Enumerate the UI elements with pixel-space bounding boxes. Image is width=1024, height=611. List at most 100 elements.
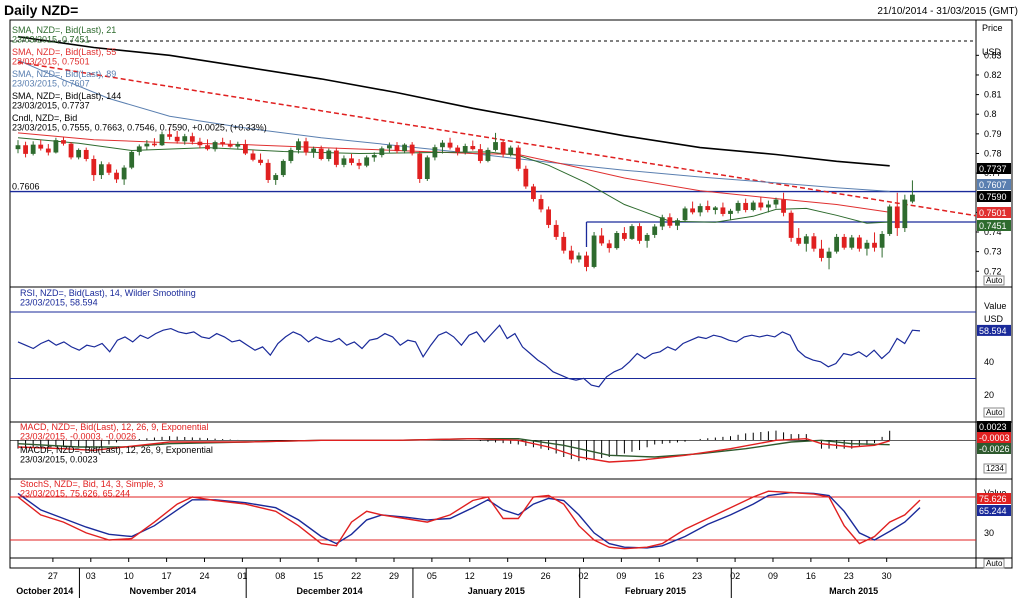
candle-body	[667, 217, 673, 226]
candle-body	[265, 162, 271, 180]
x-day-label: 16	[806, 571, 816, 581]
candle-body	[23, 145, 28, 154]
stoch-legend-0: StochS, NZD=, Bid, 14, 3, Simple, 3	[20, 479, 163, 489]
price-legend-4-1: 23/03/2015, 0.7555, 0.7663, 0.7546, 0.75…	[12, 123, 267, 133]
candle-body	[296, 141, 301, 150]
price-tick-label: 0.83	[984, 50, 1002, 60]
candle-body	[629, 226, 635, 239]
price-tick-label: 0.73	[984, 247, 1002, 257]
rsi-value-tag: 58.594	[979, 326, 1007, 336]
candle-body	[364, 157, 370, 166]
price-legend-0-0: SMA, NZD=, Bid(Last), 21	[12, 25, 116, 35]
candle-body	[614, 232, 620, 249]
candle-body	[493, 142, 498, 150]
candle-body	[773, 199, 779, 205]
candle-body	[38, 144, 44, 149]
x-day-label: 22	[351, 571, 361, 581]
candle-body	[129, 151, 135, 168]
x-month-label: October 2014	[16, 586, 73, 596]
candle-body	[477, 149, 483, 161]
candle-body	[121, 167, 127, 180]
sma55-value-tag: 0.7501	[979, 208, 1007, 218]
candle-body	[644, 234, 650, 241]
chart-canvas[interactable]: 0.7606SMA, NZD=, Bid(Last), 2123/03/2015…	[0, 0, 1024, 611]
candle-body	[766, 204, 771, 208]
candle-body	[83, 149, 89, 159]
stoch-tick-label: 30	[984, 528, 994, 538]
candle-body	[887, 206, 893, 234]
candle-body	[834, 236, 840, 252]
macdf-legend-0: MACDF, NZD=, Bid(Last), 12, 26, 9, Expon…	[20, 445, 213, 455]
rsi-axis-header-1: Value	[984, 301, 1006, 311]
candle-body	[174, 136, 180, 142]
candle-body	[68, 143, 74, 158]
rsi-line	[17, 324, 921, 388]
sma21-value-tag: 0.7451	[979, 221, 1007, 231]
candle-body	[349, 158, 354, 163]
candle-body	[750, 202, 756, 211]
x-day-label: 23	[844, 571, 854, 581]
candle-body	[432, 147, 438, 158]
sma144-value-tag: 0.7737	[979, 164, 1007, 174]
macd-panel[interactable]: MACD, NZD=, Bid(Last), 12, 26, 9, Expone…	[10, 421, 1011, 474]
price-legend-4-0: Cndl, NZD=, Bid	[12, 113, 77, 123]
candle-body	[546, 209, 551, 225]
price-panel[interactable]: 0.7606SMA, NZD=, Bid(Last), 2123/03/2015…	[10, 23, 1011, 286]
x-day-label: 15	[313, 571, 323, 581]
candle-body	[561, 236, 567, 251]
candle-body	[61, 140, 66, 144]
candle-body	[849, 237, 855, 248]
macd-signal-tag: -0.0026	[979, 444, 1010, 454]
candle-body	[318, 148, 324, 159]
candle-body	[462, 146, 468, 152]
x-day-label: 23	[692, 571, 702, 581]
candle-body	[402, 144, 407, 152]
candle-body	[288, 149, 294, 161]
x-month-label: November 2014	[130, 586, 197, 596]
candle-body	[394, 145, 400, 152]
candle-body	[114, 172, 119, 180]
candle-body	[303, 141, 309, 153]
candle-body	[136, 146, 142, 152]
rsi-panel[interactable]: RSI, NZD=, Bid(Last), 14, Wilder Smoothi…	[10, 288, 1011, 418]
candle-body	[720, 207, 726, 214]
rsi-legend-1: 23/03/2015, 58.594	[20, 298, 98, 308]
x-day-label: 09	[616, 571, 626, 581]
x-day-label: 12	[465, 571, 475, 581]
x-day-label: 30	[882, 571, 892, 581]
candle-body	[235, 144, 241, 147]
stoch-d-tag: 65.244	[979, 506, 1007, 516]
x-month-label: December 2014	[297, 586, 363, 596]
x-day-label: 10	[124, 571, 134, 581]
candle-body	[864, 242, 870, 249]
candle-body	[212, 142, 218, 150]
candle-body	[879, 233, 885, 248]
candle-body	[675, 220, 680, 226]
candle-body	[735, 202, 741, 211]
macd-legend-0: MACD, NZD=, Bid(Last), 12, 26, 9, Expone…	[20, 422, 208, 432]
candle-body	[841, 236, 847, 248]
candle-body	[197, 141, 203, 146]
candle-body	[356, 162, 362, 166]
candle-body	[417, 153, 423, 179]
price-tick-label: 0.81	[984, 90, 1002, 100]
candle-body	[189, 136, 195, 142]
candle-body	[258, 159, 263, 163]
candle-body	[280, 160, 286, 176]
candle-body	[621, 232, 627, 239]
candle-body	[591, 235, 597, 267]
candle-body	[599, 235, 605, 244]
candle-body	[182, 136, 188, 142]
macd-value-tag: -0.0003	[979, 433, 1010, 443]
candle-body	[584, 255, 589, 267]
x-day-label: 05	[427, 571, 437, 581]
rsi-axis-header-2: USD	[984, 314, 1004, 324]
candle-body	[311, 148, 317, 153]
stochastic-panel[interactable]: StochS, NZD=, Bid, 14, 3, Simple, 323/03…	[10, 479, 1011, 569]
candle-body	[98, 164, 104, 176]
candle-body	[333, 150, 339, 165]
candle-body	[326, 150, 332, 159]
stoch-legend-1: 23/03/2015, 75.626, 65.244	[20, 489, 130, 499]
candle-body	[45, 148, 51, 153]
candle-body	[788, 212, 794, 238]
